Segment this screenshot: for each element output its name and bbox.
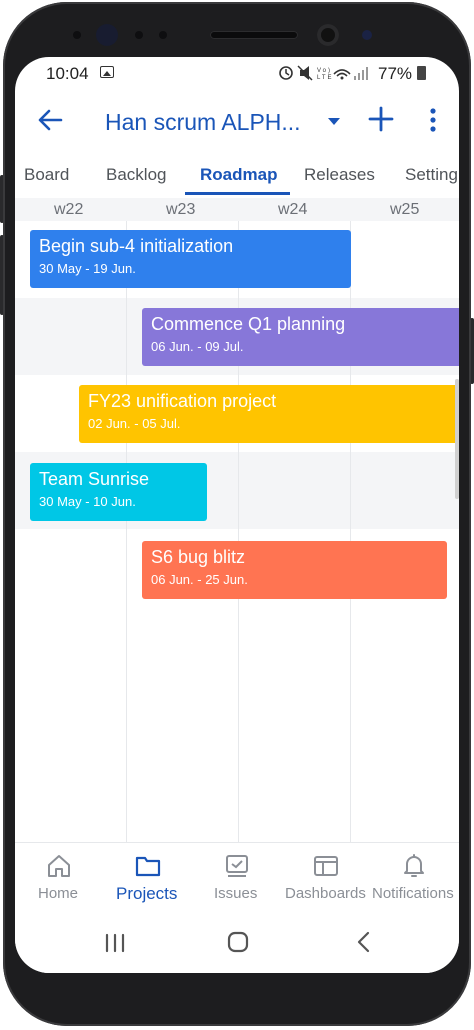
sensor-dot (362, 30, 372, 40)
project-title[interactable]: Han scrum ALPH... (105, 109, 301, 136)
nav-home[interactable]: Home (15, 843, 103, 909)
roadmap-item[interactable]: Begin sub-4 initialization 30 May - 19 J… (30, 230, 351, 288)
sensor-dot (159, 31, 167, 39)
home-icon (48, 855, 70, 877)
scrollbar[interactable] (455, 379, 459, 499)
earpiece (210, 31, 298, 39)
roadmap-item-title: Begin sub-4 initialization (39, 236, 234, 256)
roadmap-item[interactable]: FY23 unification project 02 Jun. - 05 Ju… (79, 385, 459, 443)
active-tab-indicator (185, 192, 290, 195)
week-label: w25 (390, 201, 420, 218)
phone-frame: 10:04 Vo) LTE 77% Han scrum ALPH... Boar… (0, 0, 474, 1030)
roadmap-item-dates: 30 May - 19 Jun. (39, 261, 136, 276)
nav-label: Home (38, 885, 79, 902)
sensor-dot (135, 31, 143, 39)
home-button-icon[interactable] (227, 931, 249, 953)
roadmap-item-title: Commence Q1 planning (151, 314, 346, 334)
status-icons-icon: Vo) LTE (279, 65, 368, 81)
screen: 10:04 Vo) LTE 77% Han scrum ALPH... Boar… (15, 57, 459, 973)
roadmap-item[interactable]: S6 bug blitz 06 Jun. - 25 Jun. (142, 541, 447, 599)
roadmap-item-dates: 06 Jun. - 25 Jun. (151, 572, 248, 587)
roadmap-item-title: FY23 unification project (88, 391, 277, 411)
svg-text:LTE: LTE (317, 75, 334, 81)
tab-settings[interactable]: Setting (405, 165, 458, 185)
folder-icon (135, 856, 161, 877)
roadmap-item-dates: 02 Jun. - 05 Jul. (88, 416, 181, 431)
week-label: w23 (166, 201, 196, 218)
battery-icon (417, 66, 426, 80)
status-bar: 10:04 Vo) LTE 77% (15, 57, 459, 89)
back-button-icon[interactable] (355, 931, 371, 953)
roadmap-timeline[interactable]: Begin sub-4 initialization 30 May - 19 J… (15, 221, 459, 843)
nav-label: Notifications (372, 885, 454, 902)
sensor-dot (73, 31, 81, 39)
nav-label: Dashboards (285, 885, 366, 902)
nav-label: Issues (214, 885, 258, 902)
battery-percent: 77% (378, 64, 413, 83)
roadmap-item[interactable]: Commence Q1 planning 06 Jun. - 09 Jul. (142, 308, 459, 366)
svg-text:Vo): Vo) (317, 68, 332, 74)
tab-backlog[interactable]: Backlog (106, 165, 166, 185)
week-label: w22 (54, 201, 84, 218)
status-time: 10:04 (46, 64, 89, 83)
tab-bar: Board Backlog Roadmap Releases Setting (15, 156, 459, 198)
front-camera (317, 24, 339, 46)
bottom-navigation: Home Projects Issues Dashboards Notifica… (15, 842, 459, 909)
week-header: w22 w23 w24 w25 (15, 198, 459, 222)
tab-board[interactable]: Board (24, 165, 69, 185)
roadmap-item-dates: 06 Jun. - 09 Jul. (151, 339, 244, 354)
nav-dashboards[interactable]: Dashboards (281, 843, 371, 909)
iris-sensor (96, 24, 118, 46)
plus-icon[interactable] (367, 105, 395, 133)
week-divider (126, 221, 127, 843)
issues-icon (226, 855, 248, 877)
image-notification-icon (100, 66, 114, 78)
nav-issues[interactable]: Issues (193, 843, 281, 909)
dashboard-icon (314, 856, 338, 876)
nav-label: Projects (116, 884, 178, 903)
app-bar: Han scrum ALPH... (15, 97, 459, 153)
chevron-down-icon[interactable] (328, 118, 340, 125)
week-label: w24 (278, 201, 308, 218)
system-navigation-bar (15, 909, 459, 973)
recent-apps-icon[interactable] (104, 933, 126, 953)
roadmap-item-title: S6 bug blitz (151, 547, 246, 567)
roadmap-item[interactable]: Team Sunrise 30 May - 10 Jun. (30, 463, 207, 521)
nav-notifications[interactable]: Notifications (371, 843, 459, 909)
bell-icon (404, 854, 424, 877)
nav-projects[interactable]: Projects (103, 843, 193, 909)
tab-releases[interactable]: Releases (304, 165, 375, 185)
more-options-icon[interactable] (425, 107, 441, 133)
back-arrow-icon[interactable] (37, 107, 63, 133)
roadmap-item-title: Team Sunrise (39, 469, 150, 489)
roadmap-item-dates: 30 May - 10 Jun. (39, 494, 136, 509)
tab-roadmap[interactable]: Roadmap (200, 165, 277, 185)
